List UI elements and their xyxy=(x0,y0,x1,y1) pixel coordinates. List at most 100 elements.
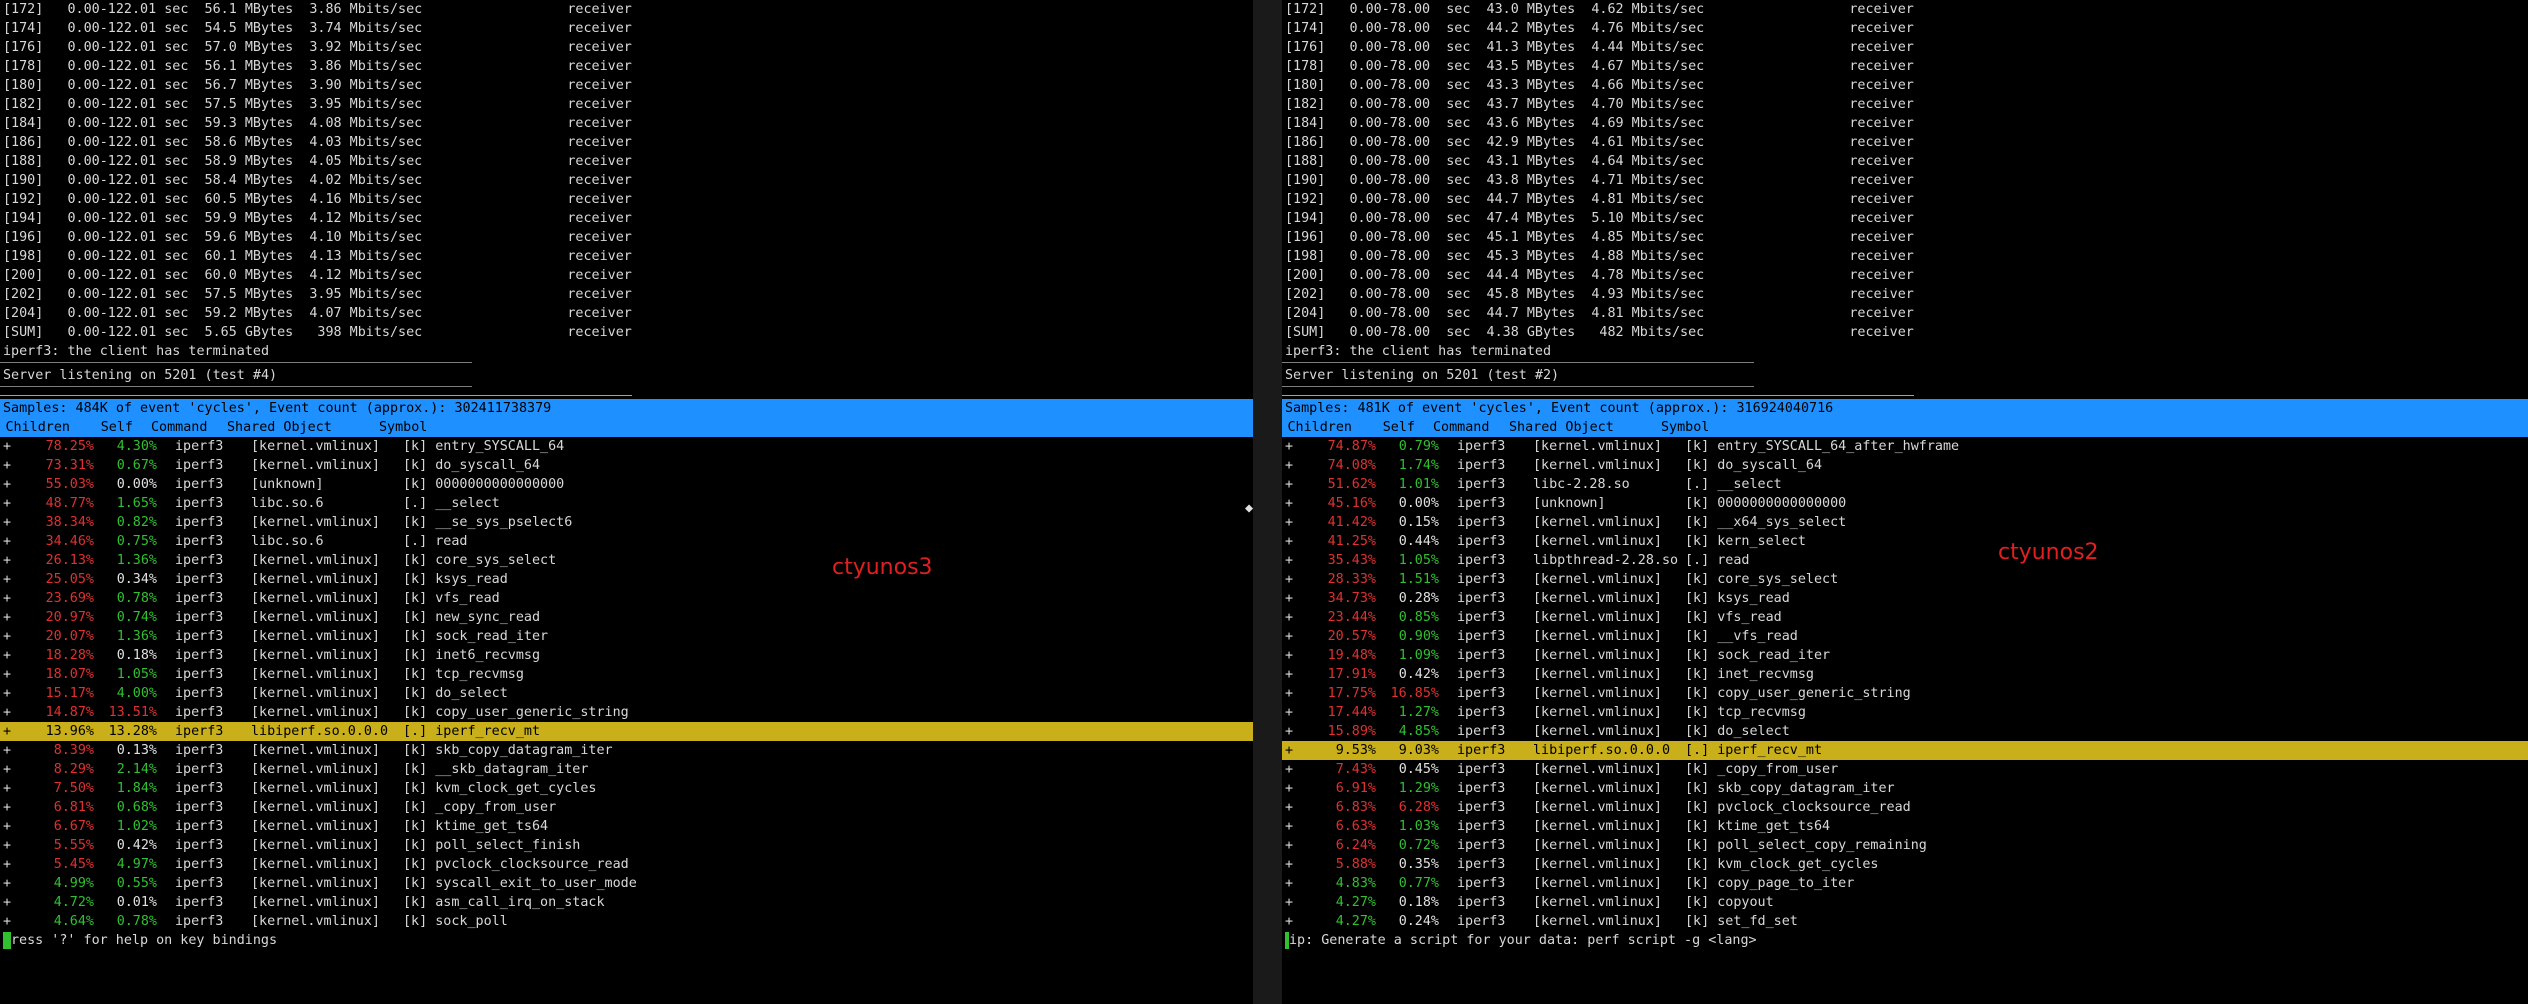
expand-toggle[interactable]: + xyxy=(1285,627,1309,646)
expand-toggle[interactable]: + xyxy=(3,912,27,931)
perf-row[interactable]: +25.05% 0.34% iperf3 [kernel.vmlinux] [k] ks… xyxy=(0,570,1253,589)
perf-row[interactable]: +5.45% 4.97% iperf3 [kernel.vmlinux] [k] pvc… xyxy=(0,855,1253,874)
expand-toggle[interactable]: + xyxy=(3,589,27,608)
perf-row[interactable]: +38.34% 0.82% iperf3 [kernel.vmlinux] [k] __… xyxy=(0,513,1253,532)
expand-toggle[interactable]: + xyxy=(3,817,27,836)
expand-toggle[interactable]: + xyxy=(1285,608,1309,627)
perf-row[interactable]: +4.64% 0.78% iperf3 [kernel.vmlinux] [k] soc… xyxy=(0,912,1253,931)
expand-toggle[interactable]: + xyxy=(1285,798,1309,817)
expand-toggle[interactable]: + xyxy=(3,684,27,703)
perf-row[interactable]: +20.57% 0.90% iperf3 [kernel.vmlinux] [k] __… xyxy=(1282,627,2528,646)
perf-row[interactable]: +15.17% 4.00% iperf3 [kernel.vmlinux] [k] do… xyxy=(0,684,1253,703)
expand-toggle[interactable]: + xyxy=(1285,551,1309,570)
perf-row[interactable]: +48.77% 1.65% iperf3 libc.so.6 [.] __select xyxy=(0,494,1253,513)
perf-row-selected[interactable]: +9.53% 9.03% iperf3 libiperf.so.0.0.0 [.] ip… xyxy=(1282,741,2528,760)
expand-toggle[interactable]: + xyxy=(3,437,27,456)
expand-toggle[interactable]: + xyxy=(1285,437,1309,456)
perf-row[interactable]: +41.25% 0.44% iperf3 [kernel.vmlinux] [k] ke… xyxy=(1282,532,2528,551)
perf-row[interactable]: +74.87% 0.79% iperf3 [kernel.vmlinux] [k] en… xyxy=(1282,437,2528,456)
perf-row[interactable]: +51.62% 1.01% iperf3 libc-2.28.so [.] __sele… xyxy=(1282,475,2528,494)
perf-row[interactable]: +78.25% 4.30% iperf3 [kernel.vmlinux] [k] en… xyxy=(0,437,1253,456)
perf-row[interactable]: +28.33% 1.51% iperf3 [kernel.vmlinux] [k] co… xyxy=(1282,570,2528,589)
perf-row[interactable]: +26.13% 1.36% iperf3 [kernel.vmlinux] [k] co… xyxy=(0,551,1253,570)
expand-toggle[interactable]: + xyxy=(1285,513,1309,532)
perf-row[interactable]: +7.50% 1.84% iperf3 [kernel.vmlinux] [k] kvm… xyxy=(0,779,1253,798)
expand-toggle[interactable]: + xyxy=(3,703,27,722)
expand-toggle[interactable]: + xyxy=(3,532,27,551)
terminal-pane-left[interactable]: [172] 0.00-122.01 sec 56.1 MBytes 3.86 M… xyxy=(0,0,1253,1004)
expand-toggle[interactable]: + xyxy=(3,893,27,912)
perf-row[interactable]: +6.91% 1.29% iperf3 [kernel.vmlinux] [k] skb… xyxy=(1282,779,2528,798)
expand-toggle[interactable]: + xyxy=(3,722,27,741)
perf-row[interactable]: +6.67% 1.02% iperf3 [kernel.vmlinux] [k] kti… xyxy=(0,817,1253,836)
perf-row[interactable]: +8.39% 0.13% iperf3 [kernel.vmlinux] [k] skb… xyxy=(0,741,1253,760)
expand-toggle[interactable]: + xyxy=(3,760,27,779)
perf-row[interactable]: +20.97% 0.74% iperf3 [kernel.vmlinux] [k] ne… xyxy=(0,608,1253,627)
expand-toggle[interactable]: + xyxy=(1285,589,1309,608)
perf-row[interactable]: +4.27% 0.18% iperf3 [kernel.vmlinux] [k] cop… xyxy=(1282,893,2528,912)
expand-toggle[interactable]: + xyxy=(1285,817,1309,836)
perf-row[interactable]: +4.83% 0.77% iperf3 [kernel.vmlinux] [k] cop… xyxy=(1282,874,2528,893)
expand-toggle[interactable]: + xyxy=(3,494,27,513)
expand-toggle[interactable]: + xyxy=(3,570,27,589)
expand-toggle[interactable]: + xyxy=(1285,722,1309,741)
perf-row[interactable]: +15.89% 4.85% iperf3 [kernel.vmlinux] [k] do… xyxy=(1282,722,2528,741)
expand-toggle[interactable]: + xyxy=(1285,665,1309,684)
perf-row[interactable]: +8.29% 2.14% iperf3 [kernel.vmlinux] [k] __s… xyxy=(0,760,1253,779)
perf-row[interactable]: +6.24% 0.72% iperf3 [kernel.vmlinux] [k] pol… xyxy=(1282,836,2528,855)
expand-toggle[interactable]: + xyxy=(3,608,27,627)
expand-toggle[interactable]: + xyxy=(3,741,27,760)
expand-toggle[interactable]: + xyxy=(3,513,27,532)
expand-toggle[interactable]: + xyxy=(3,627,27,646)
perf-row[interactable]: +41.42% 0.15% iperf3 [kernel.vmlinux] [k] __… xyxy=(1282,513,2528,532)
expand-toggle[interactable]: + xyxy=(1285,684,1309,703)
expand-toggle[interactable]: + xyxy=(3,551,27,570)
terminal-pane-right[interactable]: [172] 0.00-78.00 sec 43.0 MBytes 4.62 Mb… xyxy=(1282,0,2528,1004)
expand-toggle[interactable]: + xyxy=(1285,836,1309,855)
perf-row[interactable]: +5.88% 0.35% iperf3 [kernel.vmlinux] [k] kvm… xyxy=(1282,855,2528,874)
perf-row[interactable]: +73.31% 0.67% iperf3 [kernel.vmlinux] [k] do… xyxy=(0,456,1253,475)
perf-row[interactable]: +20.07% 1.36% iperf3 [kernel.vmlinux] [k] so… xyxy=(0,627,1253,646)
perf-row-selected[interactable]: +13.96% 13.28% iperf3 libiperf.so.0.0.0 [.] … xyxy=(0,722,1253,741)
scrollbar-indicator[interactable]: ◆ xyxy=(1245,499,1253,518)
expand-toggle[interactable]: + xyxy=(3,475,27,494)
perf-row[interactable]: +34.73% 0.28% iperf3 [kernel.vmlinux] [k] ks… xyxy=(1282,589,2528,608)
perf-row[interactable]: +17.44% 1.27% iperf3 [kernel.vmlinux] [k] tc… xyxy=(1282,703,2528,722)
expand-toggle[interactable]: + xyxy=(1285,760,1309,779)
perf-row[interactable]: +17.75% 16.85% iperf3 [kernel.vmlinux] [k] c… xyxy=(1282,684,2528,703)
expand-toggle[interactable]: + xyxy=(1285,532,1309,551)
perf-report-rows[interactable]: +78.25% 4.30% iperf3 [kernel.vmlinux] [k] en… xyxy=(0,437,1253,931)
expand-toggle[interactable]: + xyxy=(1285,456,1309,475)
expand-toggle[interactable]: + xyxy=(3,456,27,475)
expand-toggle[interactable]: + xyxy=(1285,646,1309,665)
perf-row[interactable]: +4.27% 0.24% iperf3 [kernel.vmlinux] [k] set… xyxy=(1282,912,2528,931)
expand-toggle[interactable]: + xyxy=(1285,779,1309,798)
perf-row[interactable]: +5.55% 0.42% iperf3 [kernel.vmlinux] [k] pol… xyxy=(0,836,1253,855)
perf-row[interactable]: +6.63% 1.03% iperf3 [kernel.vmlinux] [k] kti… xyxy=(1282,817,2528,836)
expand-toggle[interactable]: + xyxy=(1285,912,1309,931)
expand-toggle[interactable]: + xyxy=(3,779,27,798)
perf-row[interactable]: +6.83% 6.28% iperf3 [kernel.vmlinux] [k] pvc… xyxy=(1282,798,2528,817)
perf-row[interactable]: +34.46% 0.75% iperf3 libc.so.6 [.] read xyxy=(0,532,1253,551)
perf-row[interactable]: +19.48% 1.09% iperf3 [kernel.vmlinux] [k] so… xyxy=(1282,646,2528,665)
expand-toggle[interactable]: + xyxy=(1285,570,1309,589)
perf-row[interactable]: +18.07% 1.05% iperf3 [kernel.vmlinux] [k] tc… xyxy=(0,665,1253,684)
perf-row[interactable]: +4.72% 0.01% iperf3 [kernel.vmlinux] [k] asm… xyxy=(0,893,1253,912)
expand-toggle[interactable]: + xyxy=(1285,703,1309,722)
perf-row[interactable]: +23.44% 0.85% iperf3 [kernel.vmlinux] [k] vf… xyxy=(1282,608,2528,627)
perf-row[interactable]: +55.03% 0.00% iperf3 [unknown] [k] 000000000… xyxy=(0,475,1253,494)
expand-toggle[interactable]: + xyxy=(1285,475,1309,494)
expand-toggle[interactable]: + xyxy=(1285,893,1309,912)
perf-row[interactable]: +35.43% 1.05% iperf3 libpthread-2.28.so [.] … xyxy=(1282,551,2528,570)
perf-row[interactable]: +14.87% 13.51% iperf3 [kernel.vmlinux] [k] c… xyxy=(0,703,1253,722)
expand-toggle[interactable]: + xyxy=(3,836,27,855)
perf-row[interactable]: +6.81% 0.68% iperf3 [kernel.vmlinux] [k] _co… xyxy=(0,798,1253,817)
expand-toggle[interactable]: + xyxy=(3,665,27,684)
perf-row[interactable]: +74.08% 1.74% iperf3 [kernel.vmlinux] [k] do… xyxy=(1282,456,2528,475)
expand-toggle[interactable]: + xyxy=(3,855,27,874)
perf-row[interactable]: +17.91% 0.42% iperf3 [kernel.vmlinux] [k] in… xyxy=(1282,665,2528,684)
expand-toggle[interactable]: + xyxy=(1285,874,1309,893)
perf-row[interactable]: +7.43% 0.45% iperf3 [kernel.vmlinux] [k] _co… xyxy=(1282,760,2528,779)
perf-row[interactable]: +23.69% 0.78% iperf3 [kernel.vmlinux] [k] vf… xyxy=(0,589,1253,608)
expand-toggle[interactable]: + xyxy=(3,798,27,817)
